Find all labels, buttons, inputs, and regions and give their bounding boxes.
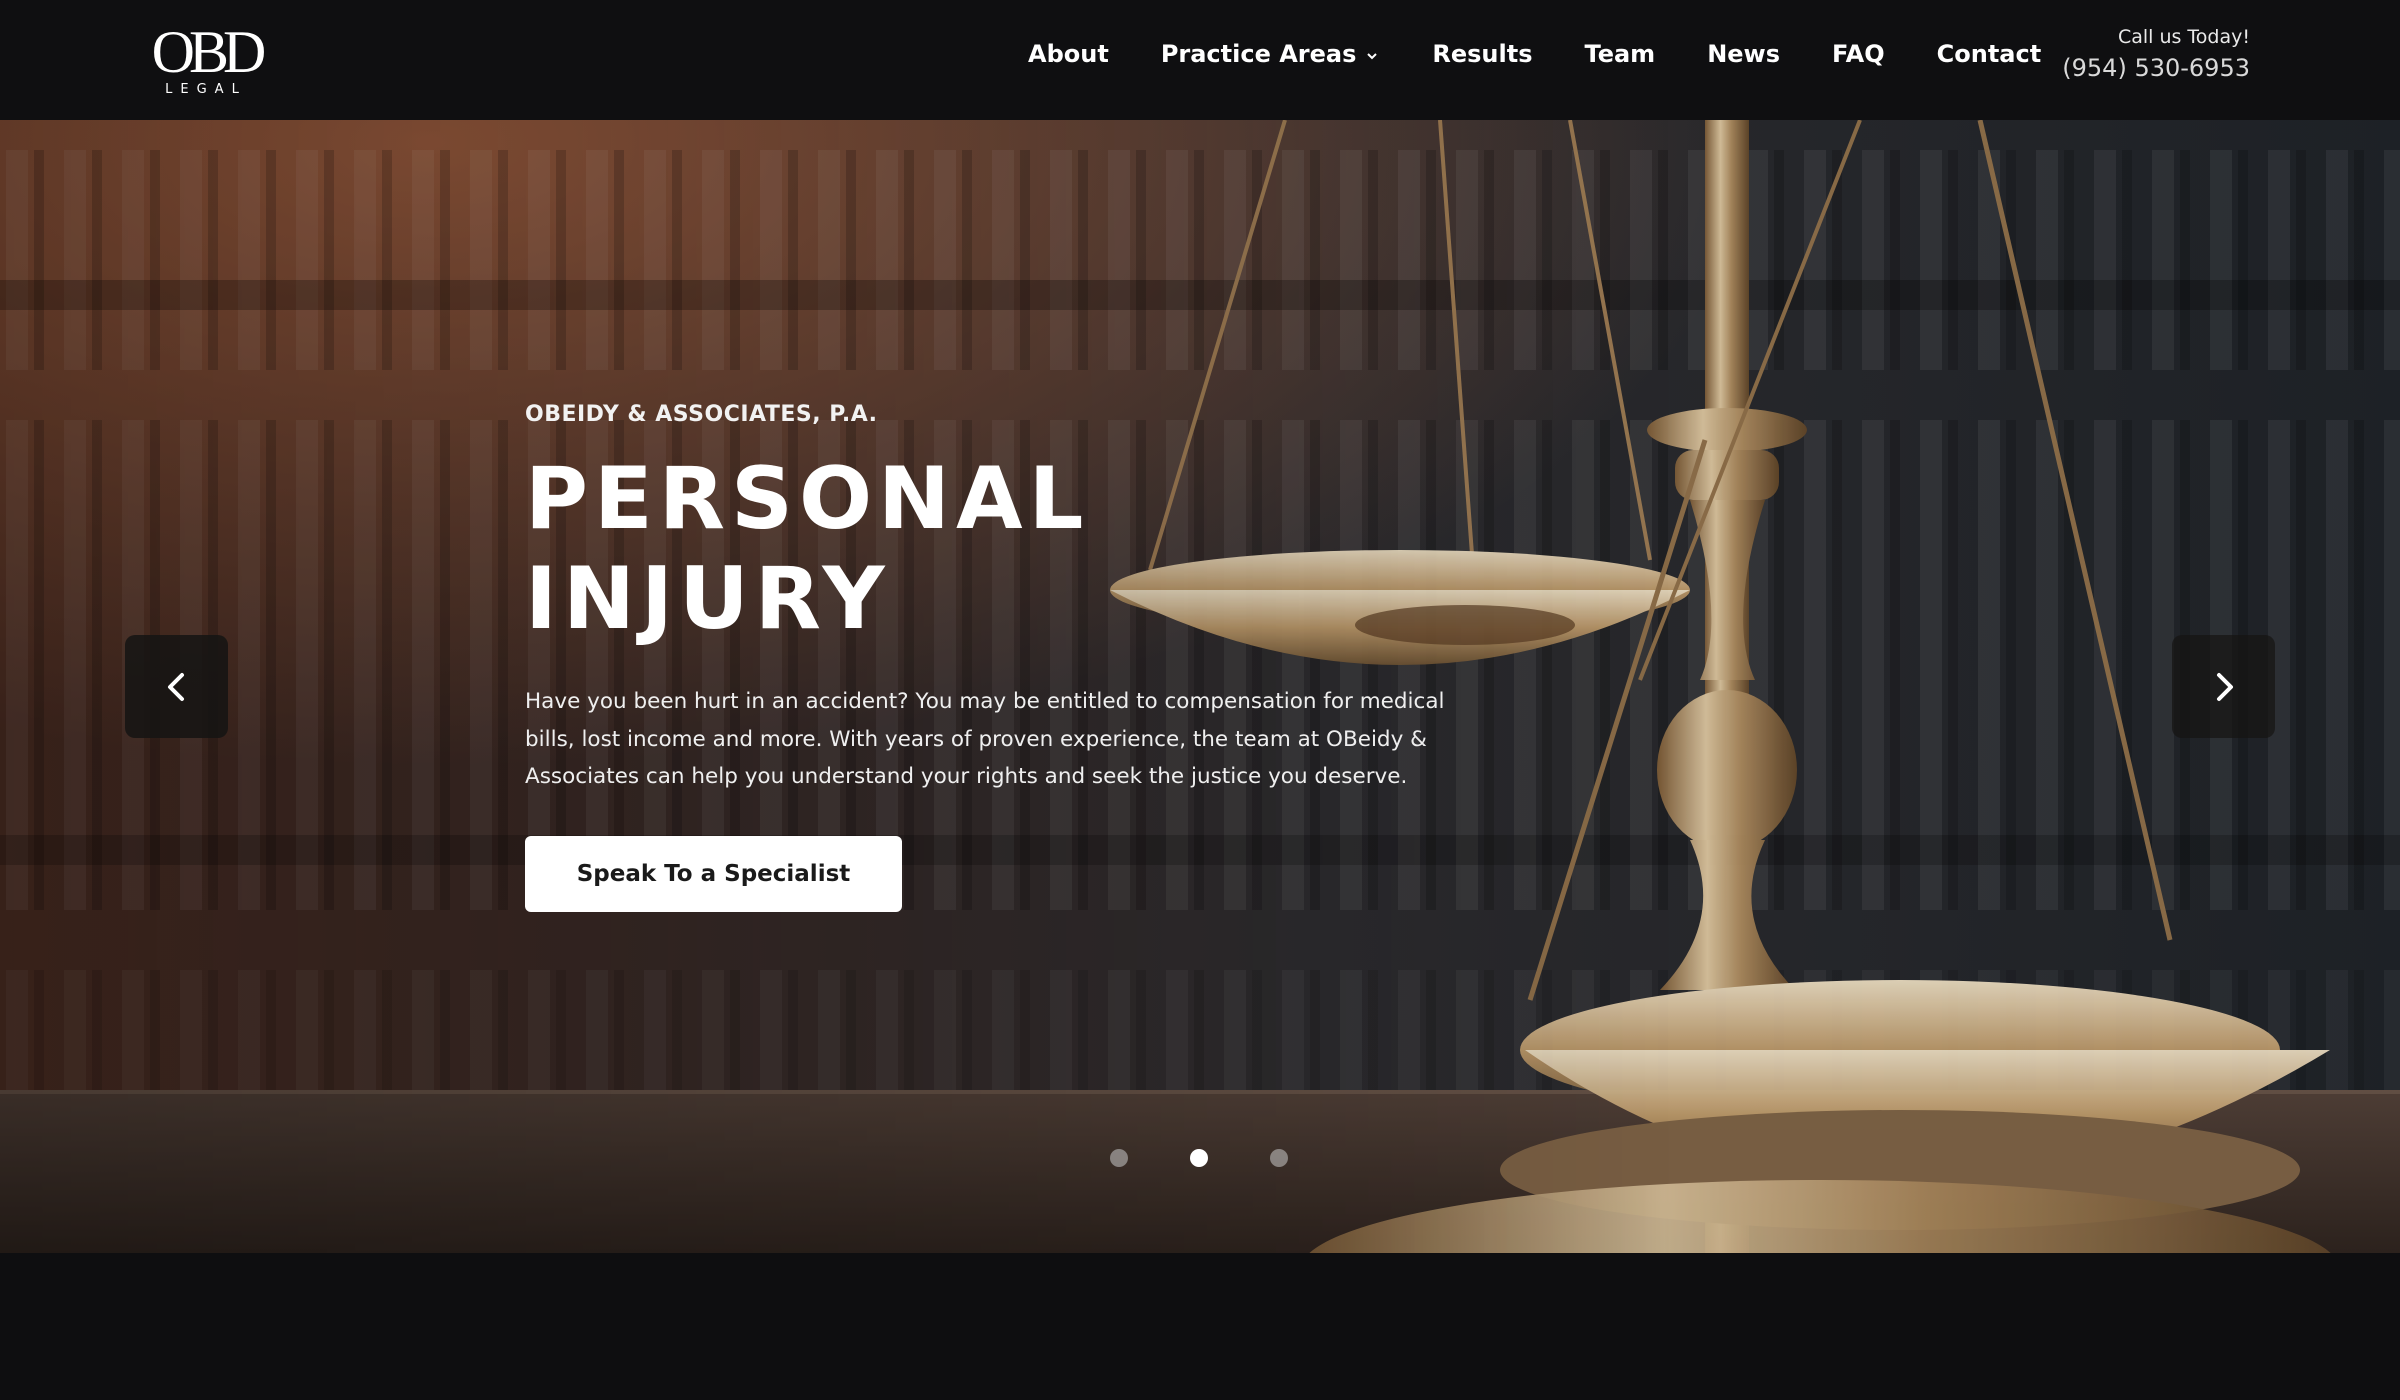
nav-news[interactable]: News: [1707, 40, 1780, 68]
nav-practice-areas[interactable]: Practice Areas: [1161, 40, 1381, 68]
chevron-down-icon: [1367, 53, 1378, 60]
main-nav: About Practice Areas Results Team News F…: [1028, 40, 2041, 68]
hero-content: OBEIDY & ASSOCIATES, P.A. PERSONAL INJUR…: [525, 402, 1485, 912]
nav-faq[interactable]: FAQ: [1832, 40, 1885, 68]
call-block: Call us Today! (954) 530-6953: [2062, 26, 2250, 82]
firm-name: OBEIDY & ASSOCIATES, P.A.: [525, 402, 878, 427]
nav-contact[interactable]: Contact: [1937, 40, 2042, 68]
nav-team[interactable]: Team: [1585, 40, 1656, 68]
logo-subtext: LEGAL: [165, 82, 247, 96]
obd-legal-logo[interactable]: OBD LEGAL: [146, 20, 266, 96]
slider-next-button[interactable]: [2172, 635, 2275, 738]
nav-about[interactable]: About: [1028, 40, 1109, 68]
slider-prev-button[interactable]: [125, 635, 228, 738]
below-hero-section: [0, 1253, 2400, 1400]
hero-headline: PERSONAL INJURY: [525, 449, 1485, 649]
nav-practice-areas-label: Practice Areas: [1160, 40, 1357, 68]
hero-slider: OBEIDY & ASSOCIATES, P.A. PERSONAL INJUR…: [0, 120, 2400, 1253]
chevron-right-icon: [2216, 672, 2233, 701]
nav-results[interactable]: Results: [1432, 40, 1532, 68]
chevron-left-icon: [167, 672, 184, 701]
slider-dot-3[interactable]: [1270, 1149, 1288, 1167]
slider-dot-2-active[interactable]: [1190, 1149, 1208, 1167]
hero-headline-line-2: INJURY: [525, 549, 891, 649]
hero-description: Have you been hurt in an accident? You m…: [525, 689, 1445, 789]
slider-pagination: [1110, 1149, 1288, 1167]
site-header: OBD LEGAL About Practice Areas Results T…: [0, 0, 2400, 120]
hero-headline-line-1: PERSONAL: [525, 449, 1090, 549]
speak-to-specialist-button[interactable]: Speak To a Specialist: [525, 835, 902, 912]
slider-dot-1[interactable]: [1110, 1149, 1128, 1167]
phone-link[interactable]: (954) 530-6953: [2062, 54, 2250, 82]
call-label: Call us Today!: [2117, 26, 2250, 48]
logo-mark: OBD: [152, 20, 264, 85]
